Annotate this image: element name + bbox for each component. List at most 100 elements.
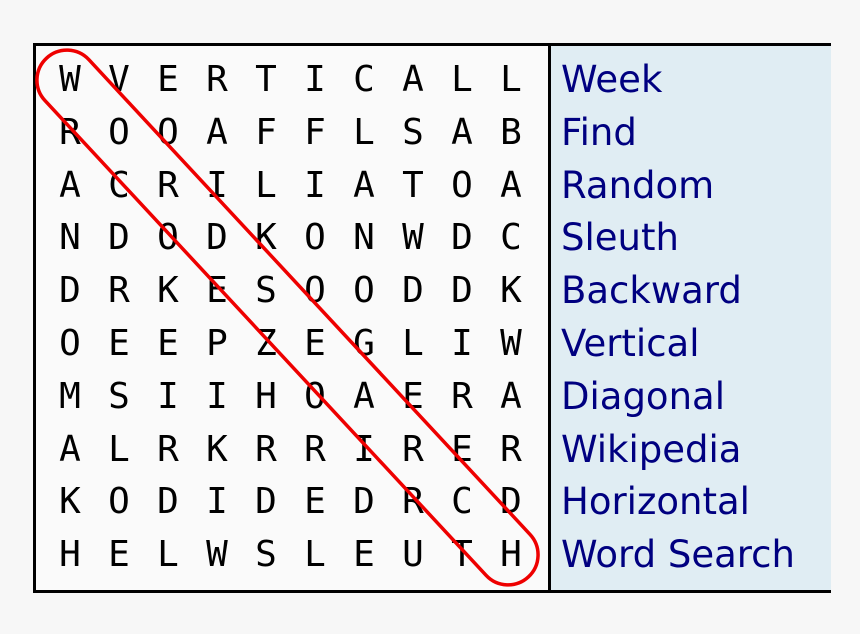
- word-search-board: WVERTICALLROOAFFLSABACRILIATOANDODKONWDC…: [33, 43, 831, 593]
- grid-letter: E: [108, 323, 130, 364]
- grid-letter: C: [353, 59, 375, 100]
- grid-letter: T: [255, 59, 277, 100]
- grid-letter: A: [500, 164, 522, 206]
- grid-letter: I: [206, 375, 228, 417]
- grid-letter: I: [353, 428, 375, 470]
- grid-letter: S: [108, 375, 130, 417]
- word-list-item: Backward: [561, 269, 742, 313]
- grid-letter: R: [500, 428, 522, 470]
- grid-letter: E: [206, 270, 228, 312]
- grid-letter: O: [59, 323, 81, 364]
- grid-letter: D: [451, 270, 473, 312]
- grid-letter: A: [402, 59, 424, 100]
- grid-letter: C: [500, 217, 522, 259]
- grid-letter: D: [108, 217, 130, 259]
- grid-letter: N: [59, 217, 81, 259]
- grid-letter: I: [157, 375, 179, 417]
- word-list-item: Vertical: [561, 322, 700, 365]
- grid-letter: A: [59, 428, 81, 470]
- grid-letter: H: [500, 534, 522, 576]
- grid-letter: E: [157, 323, 179, 364]
- grid-letter: L: [402, 323, 424, 364]
- grid-letter: Z: [255, 323, 277, 364]
- grid-letter: R: [59, 111, 81, 153]
- grid-letter: W: [59, 59, 81, 100]
- word-list-item: Diagonal: [561, 374, 725, 418]
- grid-letter: R: [157, 428, 179, 470]
- grid-letter: O: [157, 111, 179, 153]
- grid-letter: G: [353, 323, 375, 364]
- word-list-item: Random: [561, 163, 715, 207]
- grid-letter: N: [353, 217, 375, 259]
- grid-letter: E: [304, 481, 326, 523]
- grid-letter: D: [451, 217, 473, 259]
- grid-letter: F: [304, 111, 326, 153]
- grid-letter: W: [402, 217, 424, 259]
- grid-letter: O: [108, 111, 130, 153]
- grid-letter: D: [402, 270, 424, 312]
- grid-letter: P: [206, 323, 228, 364]
- grid-letter: L: [500, 59, 522, 100]
- grid-letter: H: [59, 534, 81, 576]
- grid-letter: W: [206, 534, 228, 576]
- grid-letter: I: [451, 323, 473, 364]
- grid-letter: K: [255, 217, 277, 259]
- grid-letter: I: [206, 481, 228, 523]
- grid-letter: S: [402, 111, 424, 153]
- grid-letter: L: [255, 164, 277, 206]
- grid-letter: R: [157, 164, 179, 206]
- grid-letter: K: [59, 481, 81, 523]
- grid-letter: L: [304, 534, 326, 576]
- grid-letter: V: [108, 59, 130, 100]
- word-list-item: Week: [561, 58, 663, 101]
- grid-letter: M: [59, 375, 81, 417]
- grid-letter: E: [157, 59, 179, 100]
- grid-letter: I: [304, 164, 326, 206]
- grid-letter: K: [157, 270, 179, 312]
- word-list: Week Find Random Sleuth Backward Vertical Diag…: [548, 46, 831, 590]
- grid-letter: D: [353, 481, 375, 523]
- word-list-item: Sleuth: [561, 216, 679, 260]
- grid-letter: L: [451, 59, 473, 100]
- grid-letter: I: [206, 164, 228, 206]
- grid-letter: O: [304, 217, 326, 259]
- grid-letter: O: [304, 270, 326, 312]
- grid-letter: A: [500, 375, 522, 417]
- grid-letter: C: [451, 481, 473, 523]
- grid-letter: D: [255, 481, 277, 523]
- grid-letter: L: [353, 111, 375, 153]
- word-list-item: Word Search: [561, 533, 795, 577]
- grid-letter: O: [157, 217, 179, 259]
- grid-letter: R: [402, 428, 424, 470]
- grid-letter: L: [108, 428, 130, 470]
- grid-letter: T: [402, 164, 424, 206]
- grid-letter: E: [402, 375, 424, 417]
- grid-letter: D: [157, 481, 179, 523]
- grid-letter: R: [108, 270, 130, 312]
- grid-letter: R: [206, 59, 228, 100]
- grid-letter: D: [206, 217, 228, 259]
- grid-letter: E: [108, 534, 130, 576]
- grid-letter: D: [59, 270, 81, 312]
- grid-letter: A: [353, 375, 375, 417]
- word-list-item: Horizontal: [561, 480, 750, 524]
- grid-letter: O: [353, 270, 375, 312]
- grid-letter: E: [451, 428, 473, 470]
- grid-letter: A: [451, 111, 473, 153]
- word-list-item: Find: [561, 110, 637, 154]
- grid-letter: R: [402, 481, 424, 523]
- grid-letter: I: [304, 59, 326, 100]
- grid-letter: O: [108, 481, 130, 523]
- grid-letter: R: [304, 428, 326, 470]
- grid-letter: A: [353, 164, 375, 206]
- grid-letter: O: [451, 164, 473, 206]
- grid-letter: T: [451, 534, 473, 576]
- grid-letter: S: [255, 534, 277, 576]
- grid-letter: E: [304, 323, 326, 364]
- grid-letter: D: [500, 481, 522, 523]
- grid-letter: R: [451, 375, 473, 417]
- grid-letter: U: [402, 534, 424, 576]
- grid-letter: A: [59, 164, 81, 206]
- grid-letter: K: [206, 428, 228, 470]
- grid-letter: F: [255, 111, 277, 153]
